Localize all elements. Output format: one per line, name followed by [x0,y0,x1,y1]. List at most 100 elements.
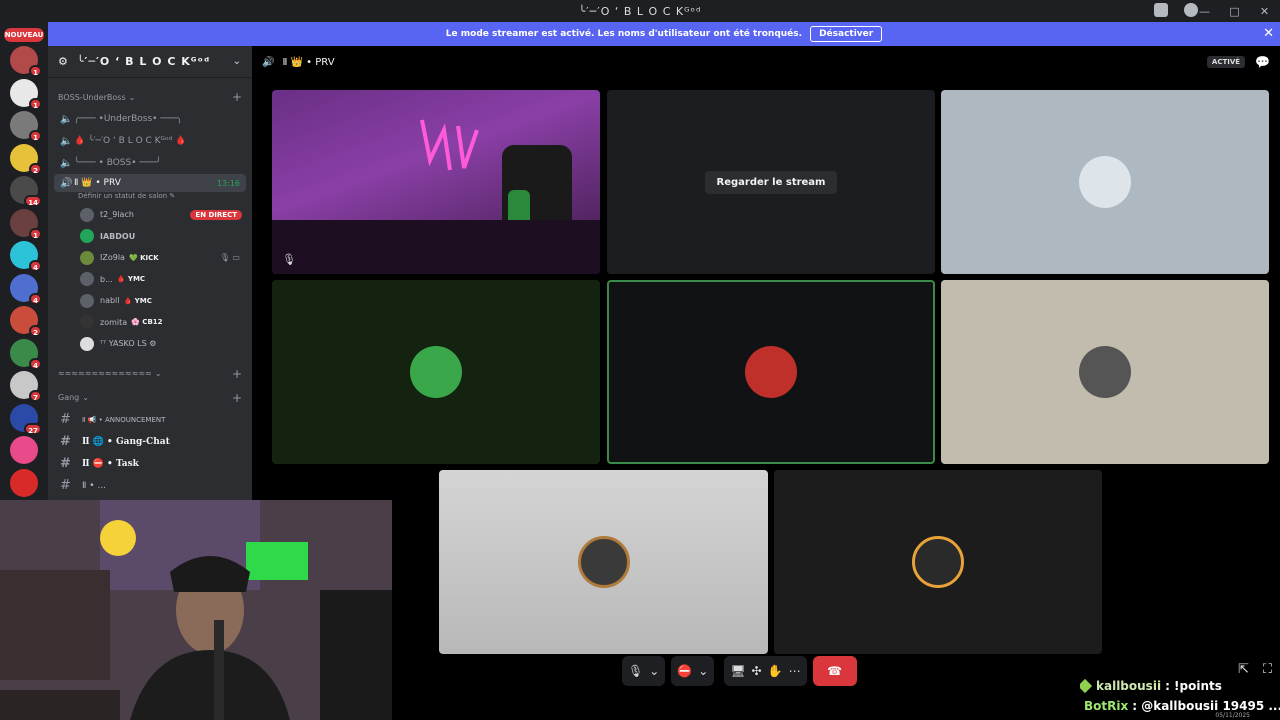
text-channel-gang-chat[interactable]: # Ⅱ 🌐 • Gang-Chat [48,431,252,453]
server-icon[interactable]: 1 [10,111,42,142]
voice-member[interactable]: nabll 🩸 YMC [48,290,252,312]
watch-stream-button[interactable]: Regarder le stream [704,170,838,194]
popout-icon[interactable]: ⇱ [1238,662,1249,677]
avatar [410,346,462,398]
channel-sidebar: ⚙ ╰′─′O ‘ B L O C Kᴳᵒᵈ ⌄ BOSS-UnderBoss … [48,46,252,500]
server-icon[interactable]: 4 [10,273,42,305]
text-channel[interactable]: # Ⅱ • ... [48,475,252,497]
soundboard-icon[interactable]: ✋ [768,664,783,678]
voice-member[interactable]: ᵀᵀ YASKO LS ⚙ [48,333,252,355]
category-boss-underboss[interactable]: BOSS-UnderBoss ⌄ + [48,86,252,108]
close-window-button[interactable]: ✕ [1250,5,1280,18]
minimize-button[interactable]: — [1190,5,1220,18]
add-channel-icon[interactable]: + [232,367,242,381]
inbox-icon[interactable] [1154,3,1168,17]
member-name: t2_9lach [100,210,134,220]
member-name: ᵀᵀ YASKO LS ⚙ [100,339,157,349]
video-tile-speaking[interactable] [607,280,935,464]
screen-share-icon[interactable]: 🖥 [730,664,745,678]
add-channel-icon[interactable]: + [232,90,242,104]
server-icon[interactable]: 1 [10,46,42,77]
hash-icon: # [60,434,71,449]
call-header: 🔊 Ⅱ 👑 • PRV ACTIVÉ 💬 [252,46,1280,78]
speaker-icon: 🔈 [60,135,73,147]
voice-channel[interactable]: 🔈 ╭─── •UnderBoss• ───╮ [48,108,252,130]
voice-member[interactable]: b... 🩸 YMC [48,269,252,291]
video-tile-participant[interactable] [272,280,600,464]
camera-button[interactable]: ⛔ ⌄ [671,656,715,686]
server-list: NOUVEAU 1 1 1 2 14 1 4 4 2 4 7 27 [0,22,48,500]
voice-channel[interactable]: 🔈 ╰─── • BOSS• ───╯ [48,152,252,174]
speaker-icon: 🔊 [262,56,275,68]
server-icon[interactable]: 14 [10,176,42,207]
channel-status-prompt[interactable]: Définir un statut de salon ✎ [48,192,252,204]
avatar [80,229,94,244]
chevron-down-icon[interactable]: ⌄ [233,56,242,67]
voice-member[interactable]: zomita 🌸 CB12 [48,312,252,334]
text-channel-task[interactable]: # Ⅱ ⛔ • Task [48,453,252,475]
server-icon[interactable]: 7 [10,371,42,402]
server-icon[interactable]: 27 [10,403,42,435]
window-titlebar: ╰′─′O ‘ B L O C Kᴳᵒᵈ — □ ✕ [0,0,1280,22]
channel-label: ╰─── • BOSS• ───╯ [74,158,162,168]
server-icon[interactable]: 4 [10,338,42,370]
chat-bubble-icon[interactable]: 💬 [1255,55,1270,69]
server-icon[interactable]: 4 [10,241,42,272]
video-tile-participant[interactable] [439,470,768,654]
chevron-down-icon: ⌄ [82,393,89,402]
chevron-down-icon: ⌄ [649,664,660,678]
unread-badge: 2 [29,162,42,175]
unread-badge: 4 [29,260,42,272]
category-decorative[interactable]: ≈≈≈≈≈≈≈≈≈≈≈≈≈≈ ⌄ + [48,363,252,385]
category-label: BOSS-UnderBoss [58,92,126,102]
corner-controls: ⇱ ⛶ [1238,662,1272,677]
voice-member[interactable]: IABDOU [48,226,252,248]
channel-label: Ⅱ • ... [82,480,107,491]
server-icon[interactable] [10,468,38,497]
call-title: Ⅱ 👑 • PRV [282,56,335,68]
add-channel-icon[interactable]: + [232,391,242,405]
webcam-scene [0,500,392,720]
server-icon[interactable]: 2 [10,306,42,337]
video-tile-stream-room[interactable]: 🎙 [272,90,600,274]
microphone-button[interactable]: 🎙 ⌄ [622,656,666,686]
avatar [1079,346,1131,398]
member-tag: 🌸 CB12 [131,318,163,327]
chat-message: BotRix : @kallbousii 19495 ... [1080,696,1280,716]
voice-member[interactable]: IZo9la 💚 KICK 🎙 ▭ [48,247,252,269]
guild-header[interactable]: ⚙ ╰′─′O ‘ B L O C Kᴳᵒᵈ ⌄ [48,46,252,78]
voice-call-area: 🔊 Ⅱ 👑 • PRV ACTIVÉ 💬 🎙 Regarder le strea… [252,46,1280,720]
category-gang[interactable]: Gang ⌄ + [48,387,252,409]
pencil-icon: ✎ [169,192,176,200]
server-icon[interactable]: 1 [10,78,42,110]
unread-badge: 1 [29,227,42,240]
close-banner-icon[interactable]: ✕ [1263,26,1274,41]
disconnect-button[interactable]: ☎ [812,656,857,686]
voice-member[interactable]: t2_9lach EN DIRECT [48,204,252,226]
activity-status-badge[interactable]: ACTIVÉ [1206,56,1246,68]
more-options-icon[interactable]: ⋯ [789,664,801,678]
server-icon[interactable] [10,436,38,464]
video-tile-participant[interactable] [941,280,1269,464]
hash-icon: # [60,456,71,471]
server-icon[interactable]: 1 [10,208,42,240]
guild-icon: ⚙ [58,55,69,68]
activities-icon[interactable]: ✣ [752,664,762,678]
text-channel-announcement[interactable]: # Ⅱ 📢 • ANNOUNCEMENT [48,409,252,431]
server-icon[interactable]: 2 [10,143,42,175]
disable-streamer-mode-button[interactable]: Désactiver [810,26,883,42]
avatar [745,346,797,398]
chat-username: kallbousii [1096,679,1162,693]
chat-text: : @kallbousii 19495 ... [1132,699,1280,713]
video-tile-screen-share[interactable]: Regarder le stream [607,90,935,274]
hash-icon: # [60,412,71,427]
muted-mic-icon: 🎙 ▭ [219,253,240,263]
video-tile-participant[interactable] [774,470,1102,654]
voice-channel[interactable]: 🔈 🩸 ╰′─′O ‘ B L O C Kᴳᵒᵈ 🩸 [48,130,252,152]
video-tile-participant[interactable] [941,90,1269,274]
maximize-button[interactable]: □ [1220,5,1250,18]
voice-channel-prv[interactable]: 🔊 Ⅱ 👑 • PRV 13:16 [54,174,246,192]
channel-label: Ⅱ 📢 • ANNOUNCEMENT [82,415,166,424]
fullscreen-icon[interactable]: ⛶ [1263,662,1272,677]
subscriber-badge-icon [1080,678,1093,694]
